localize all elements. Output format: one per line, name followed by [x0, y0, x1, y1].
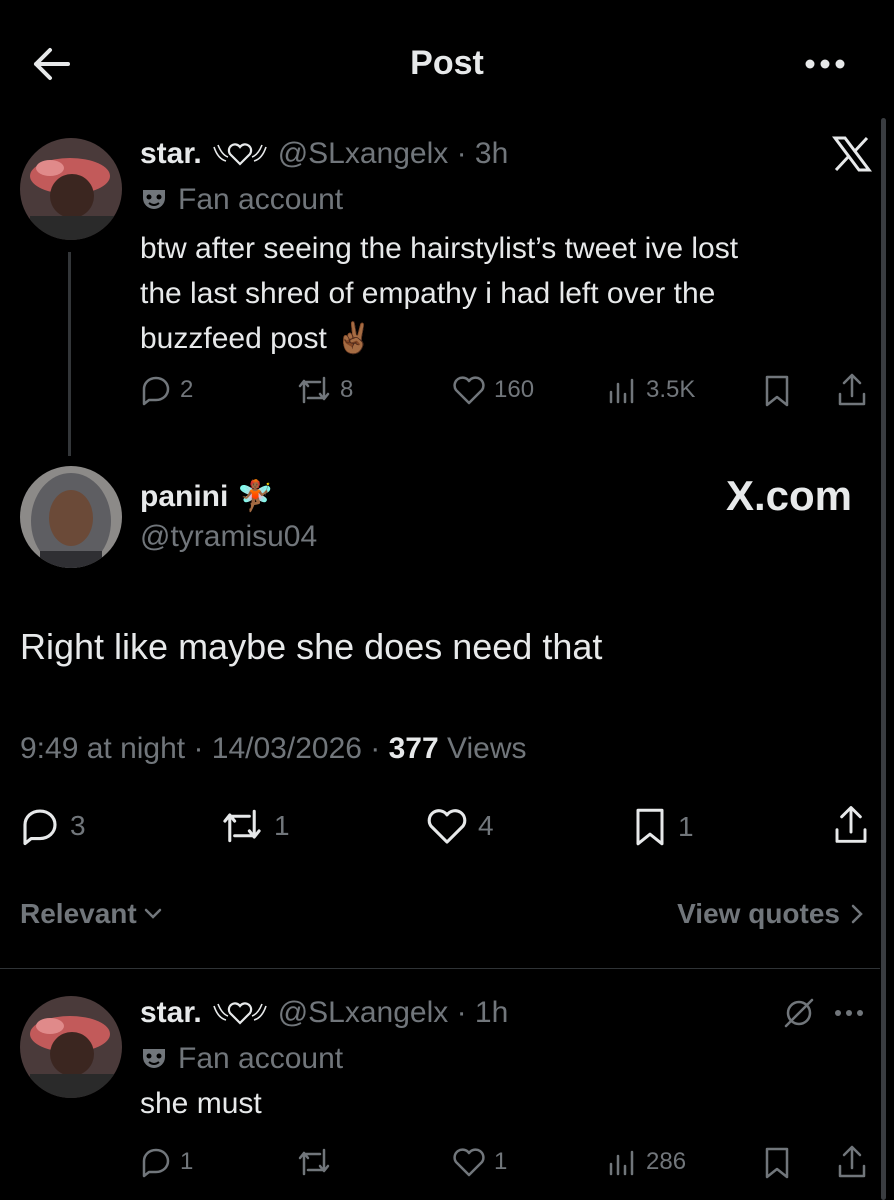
like-button[interactable]: 4	[426, 806, 494, 846]
views-icon	[606, 1146, 638, 1178]
share-icon[interactable]	[836, 372, 868, 408]
reply-button[interactable]: 3	[20, 806, 86, 846]
view-quotes-link[interactable]: View quotes	[677, 898, 864, 930]
reply-count: 2	[180, 376, 194, 403]
reply-icon	[140, 1146, 172, 1178]
watermark: X.com	[725, 472, 852, 519]
post-text-line: btw after seeing the hairstylist’s tweet…	[140, 232, 739, 265]
reply-author-row: star. @SLxangelx · 1h	[140, 993, 508, 1033]
page-title: Post	[410, 44, 484, 82]
views-count: 3.5K	[646, 376, 696, 403]
like-count: 4	[478, 810, 494, 841]
view-quotes-label: View quotes	[677, 898, 840, 929]
more-icon[interactable]	[804, 56, 846, 72]
handle-time[interactable]: @SLxangelx · 3h	[278, 137, 509, 171]
repost-button[interactable]: 8	[296, 374, 353, 406]
share-icon[interactable]	[832, 804, 870, 846]
reply-count: 1	[180, 1148, 194, 1175]
main-author-row: panini 🧚🏾	[140, 476, 274, 516]
repost-button[interactable]: 1	[220, 806, 290, 846]
views-count: 286	[646, 1148, 687, 1175]
reply-button[interactable]: 1	[140, 1146, 193, 1178]
share-icon[interactable]	[836, 1144, 868, 1180]
like-icon	[426, 806, 468, 846]
display-name[interactable]: star.	[140, 137, 202, 171]
reply-count: 3	[70, 810, 86, 841]
post-text: Right like maybe she does need that	[20, 626, 603, 667]
bookmark-icon[interactable]	[762, 1146, 792, 1180]
sort-label: Relevant	[20, 898, 137, 929]
sort-dropdown[interactable]: Relevant	[20, 898, 163, 930]
divider	[0, 968, 880, 969]
bookmark-icon[interactable]	[762, 374, 792, 408]
views-label: Views	[438, 732, 527, 765]
reply-button[interactable]: 2	[140, 374, 193, 406]
views-button[interactable]: 286	[606, 1146, 686, 1178]
x-logo-icon	[832, 136, 872, 172]
handle-time[interactable]: @SLxangelx · 1h	[278, 996, 509, 1030]
account-label-row: Fan account	[140, 180, 343, 220]
repost-count: 8	[340, 376, 354, 403]
post-meta: 9:49 at night · 14/03/2026 · 377 Views	[20, 732, 527, 766]
display-name[interactable]: panini 🧚🏾	[140, 479, 274, 514]
like-count: 160	[494, 376, 535, 403]
mask-icon	[140, 186, 168, 214]
reply-icon	[20, 806, 60, 846]
bookmark-button[interactable]: 1	[632, 806, 694, 848]
avatar[interactable]	[20, 138, 122, 240]
repost-icon	[220, 806, 264, 846]
repost-icon	[296, 374, 332, 406]
parent-author-row: star. @SLxangelx · 3h	[140, 134, 508, 174]
like-icon	[452, 1146, 486, 1178]
repost-icon	[296, 1146, 332, 1178]
scrollbar[interactable]	[881, 118, 886, 1200]
views-count: 377	[388, 732, 439, 765]
mask-icon	[140, 1045, 168, 1073]
avatar[interactable]	[20, 466, 122, 568]
display-name[interactable]: star.	[140, 996, 202, 1030]
account-label-row: Fan account	[140, 1039, 343, 1079]
views-icon	[606, 374, 638, 406]
post-text: btw after seeing the hairstylist’s tweet…	[140, 226, 870, 361]
grok-icon[interactable]	[782, 996, 816, 1030]
avatar[interactable]	[20, 996, 122, 1098]
thread-line	[68, 252, 71, 456]
post-text-line: the last shred of empathy i had left ove…	[140, 277, 716, 310]
wings-heart-icon	[210, 998, 270, 1028]
post-text-line: buzzfeed post ✌🏾	[140, 322, 373, 355]
like-button[interactable]: 1	[452, 1146, 507, 1178]
post-text: she must	[140, 1087, 262, 1120]
repost-button[interactable]	[296, 1146, 332, 1178]
like-count: 1	[494, 1148, 508, 1175]
account-label: Fan account	[178, 1042, 344, 1075]
bookmark-icon	[632, 806, 668, 848]
wings-heart-icon	[210, 139, 270, 169]
repost-count: 1	[274, 810, 290, 841]
timestamp[interactable]: 9:49 at night · 14/03/2026 ·	[20, 732, 389, 765]
reply-icon	[140, 374, 172, 406]
more-icon[interactable]	[834, 1008, 864, 1018]
account-label: Fan account	[178, 183, 344, 216]
chevron-down-icon	[143, 907, 163, 921]
bookmark-count: 1	[678, 811, 694, 842]
views-button[interactable]: 3.5K	[606, 374, 695, 406]
chevron-right-icon	[850, 903, 864, 925]
handle[interactable]: @tyramisu04	[140, 520, 317, 554]
like-button[interactable]: 160	[452, 374, 534, 406]
like-icon	[452, 374, 486, 406]
